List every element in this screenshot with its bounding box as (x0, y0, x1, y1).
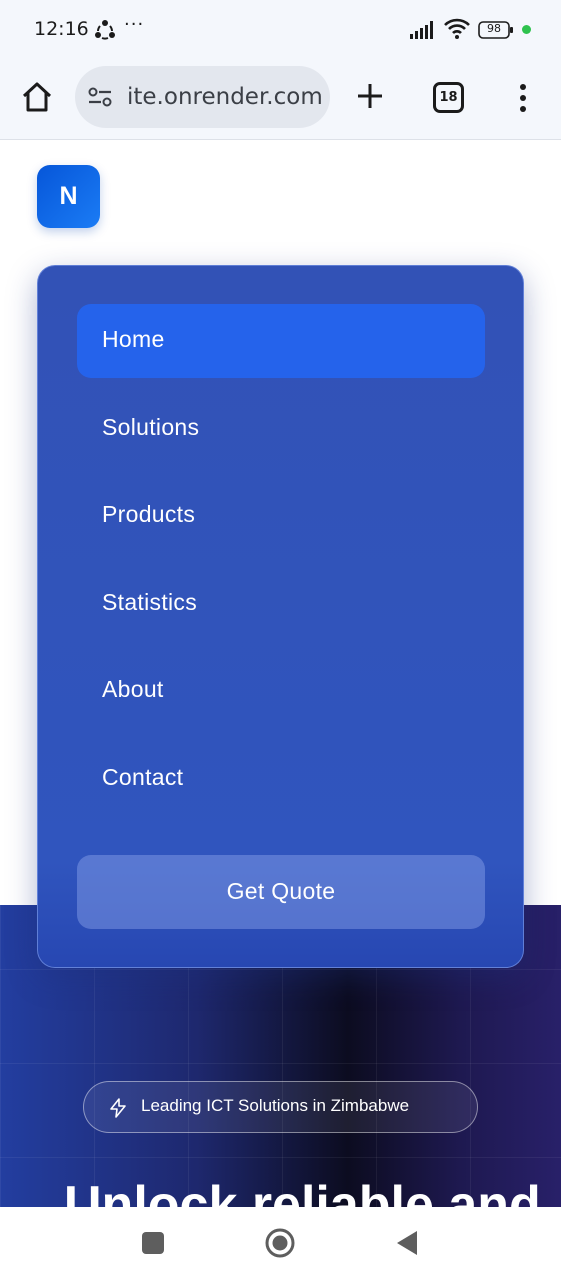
recents-icon[interactable] (142, 1232, 164, 1254)
menu-item-label: Solutions (102, 414, 200, 440)
status-time: 12:16 (34, 18, 89, 40)
url-text[interactable]: ite.onrender.com (127, 84, 323, 110)
tabs-icon[interactable]: 18 (433, 82, 464, 113)
signal-icon (410, 21, 433, 39)
home-circle-icon[interactable] (264, 1227, 296, 1259)
menu-item-about[interactable]: About (77, 654, 485, 728)
battery-level: 98 (487, 22, 501, 35)
lightning-bolt-icon (110, 1098, 126, 1118)
menu-item-statistics[interactable]: Statistics (77, 567, 485, 641)
get-quote-label: Get Quote (226, 878, 336, 904)
menu-item-label: Statistics (102, 589, 198, 615)
address-bar[interactable]: ite.onrender.com (75, 66, 330, 128)
new-tab-icon[interactable] (355, 81, 385, 111)
menu-icon[interactable] (508, 82, 538, 114)
back-icon[interactable] (395, 1229, 419, 1257)
menu-item-label: Home (102, 326, 165, 352)
hero-badge-text: Leading ICT Solutions in Zimbabwe (141, 1096, 410, 1115)
status-more-indicator: ··· (124, 14, 145, 35)
menu-item-solutions[interactable]: Solutions (77, 392, 485, 466)
web-page: N Leading ICT Solutions in Zimbabwe Unlo… (0, 141, 561, 1207)
menu-item-home[interactable]: Home (77, 304, 485, 378)
status-bar: 12:16 ··· 98 (0, 0, 561, 62)
menu-item-contact[interactable]: Contact (77, 742, 485, 816)
menu-item-label: About (102, 676, 164, 702)
privacy-indicator-dot (522, 25, 531, 34)
sync-icon (95, 20, 115, 40)
menu-item-label: Contact (102, 764, 184, 790)
hero-heading: Unlock reliable and (64, 1176, 541, 1207)
site-settings-icon[interactable] (87, 85, 113, 109)
mobile-nav-menu: Home Solutions Products Statistics About… (37, 265, 524, 968)
hero-badge: Leading ICT Solutions in Zimbabwe (83, 1081, 478, 1133)
system-nav-bar (0, 1207, 561, 1280)
site-logo[interactable]: N (37, 165, 100, 228)
menu-item-label: Products (102, 501, 196, 527)
home-icon[interactable] (20, 80, 54, 114)
get-quote-button[interactable]: Get Quote (77, 855, 485, 929)
browser-toolbar: ite.onrender.com 18 (0, 62, 561, 140)
wifi-icon (444, 18, 470, 39)
menu-item-products[interactable]: Products (77, 479, 485, 553)
